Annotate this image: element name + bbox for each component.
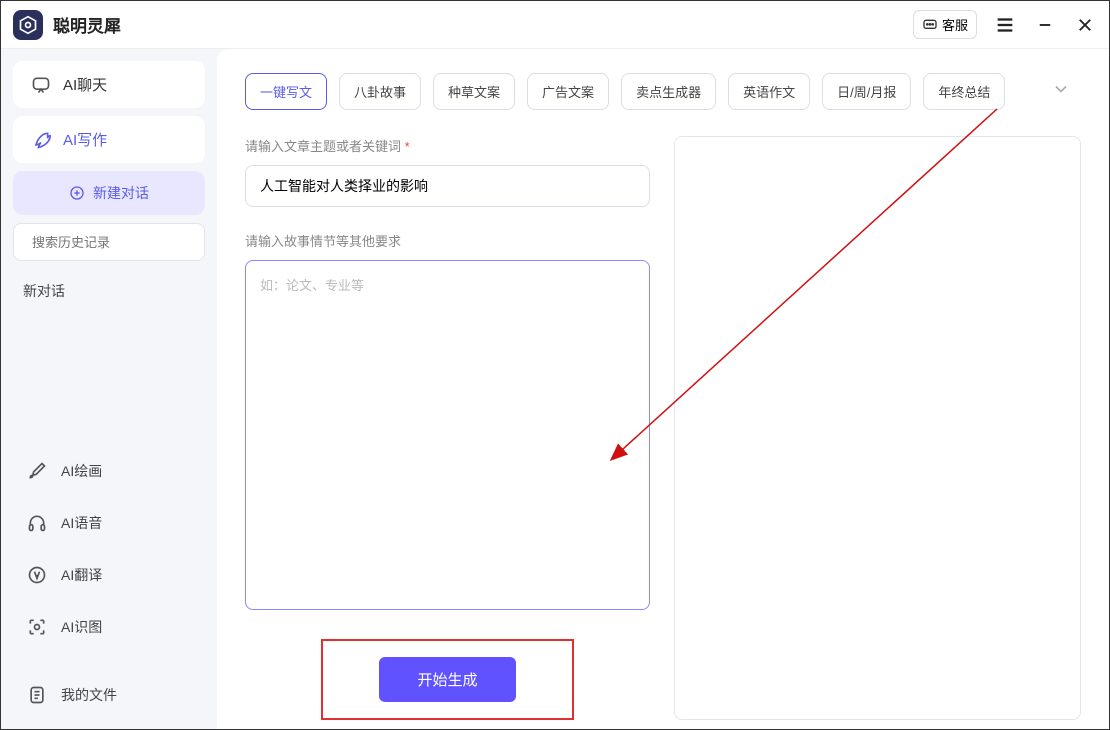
header-left: 聪明灵犀	[13, 10, 121, 40]
window-titlebar: 聪明灵犀 客服	[1, 1, 1109, 49]
plus-circle-icon	[69, 185, 85, 201]
brush-icon	[27, 461, 47, 481]
menu-icon	[994, 14, 1016, 36]
app-logo-icon	[13, 10, 43, 40]
headphones-icon	[27, 513, 47, 533]
customer-service-button[interactable]: 客服	[913, 10, 977, 39]
tab-gossip-story[interactable]: 八卦故事	[339, 73, 421, 110]
sidebar-item-label: AI写作	[63, 129, 107, 150]
tab-year-summary[interactable]: 年终总结	[923, 73, 1005, 110]
menu-button[interactable]	[993, 13, 1017, 37]
customer-service-label: 客服	[942, 15, 968, 34]
generate-row: 开始生成	[245, 639, 650, 720]
story-label: 请输入故事情节等其他要求	[245, 231, 650, 250]
sidebar-item-label: AI聊天	[63, 74, 107, 95]
chat-bubble-icon	[922, 17, 938, 33]
template-tabs: 一键写文 八卦故事 种草文案 广告文案 卖点生成器 英语作文 日/周/月报 年终…	[245, 73, 1081, 110]
tab-report[interactable]: 日/周/月报	[822, 73, 911, 110]
content-area: AI聊天 AI写作 新建对话 新对话 AI绘画 AI语音 AI翻译	[1, 49, 1109, 729]
minimize-button[interactable]	[1033, 13, 1057, 37]
tab-english-essay[interactable]: 英语作文	[728, 73, 810, 110]
form-row: 请输入文章主题或者关键词 * 请输入故事情节等其他要求 开始生成	[245, 136, 1081, 720]
tool-label: AI翻译	[61, 565, 102, 585]
sidebar: AI聊天 AI写作 新建对话 新对话 AI绘画 AI语音 AI翻译	[1, 49, 217, 729]
tab-seed-copy[interactable]: 种草文案	[433, 73, 515, 110]
generate-highlight-box: 开始生成	[321, 639, 573, 720]
header-right: 客服	[913, 10, 1097, 39]
new-chat-label: 新建对话	[93, 183, 149, 203]
tabs-expand-button[interactable]	[1041, 73, 1081, 110]
sidebar-tool-ai-translate[interactable]: AI翻译	[13, 553, 205, 597]
tool-label: AI语音	[61, 513, 102, 533]
tab-one-click-write[interactable]: 一键写文	[245, 73, 327, 110]
output-panel	[674, 136, 1081, 720]
sidebar-item-ai-writing[interactable]: AI写作	[13, 116, 205, 163]
tab-ad-copy[interactable]: 广告文案	[527, 73, 609, 110]
main-panel: 一键写文 八卦故事 种草文案 广告文案 卖点生成器 英语作文 日/周/月报 年终…	[217, 49, 1109, 729]
feather-icon	[31, 130, 51, 150]
required-mark: *	[405, 139, 410, 154]
history-item[interactable]: 新对话	[13, 269, 205, 313]
image-scan-icon	[27, 617, 47, 637]
search-box[interactable]	[13, 223, 205, 261]
new-chat-button[interactable]: 新建对话	[13, 171, 205, 215]
search-input[interactable]	[32, 235, 208, 250]
tool-label: AI绘画	[61, 461, 102, 481]
chevron-down-icon	[1051, 79, 1071, 99]
sidebar-tool-ai-voice[interactable]: AI语音	[13, 501, 205, 545]
topic-input[interactable]	[245, 165, 650, 207]
sidebar-my-files[interactable]: 我的文件	[13, 673, 205, 717]
story-textarea[interactable]	[245, 260, 650, 610]
sidebar-item-ai-chat[interactable]: AI聊天	[13, 61, 205, 108]
tool-label: AI识图	[61, 617, 102, 637]
minimize-icon	[1036, 16, 1054, 34]
chat-icon	[31, 75, 51, 95]
app-title: 聪明灵犀	[53, 12, 121, 37]
sidebar-tool-ai-image[interactable]: AI识图	[13, 605, 205, 649]
form-left: 请输入文章主题或者关键词 * 请输入故事情节等其他要求 开始生成	[245, 136, 650, 720]
topic-label: 请输入文章主题或者关键词 *	[245, 136, 650, 155]
close-icon	[1076, 16, 1094, 34]
generate-button[interactable]: 开始生成	[379, 657, 515, 702]
tab-selling-point[interactable]: 卖点生成器	[621, 73, 716, 110]
sidebar-tool-ai-painting[interactable]: AI绘画	[13, 449, 205, 493]
close-button[interactable]	[1073, 13, 1097, 37]
my-files-label: 我的文件	[61, 685, 117, 705]
file-icon	[27, 685, 47, 705]
translate-icon	[27, 565, 47, 585]
